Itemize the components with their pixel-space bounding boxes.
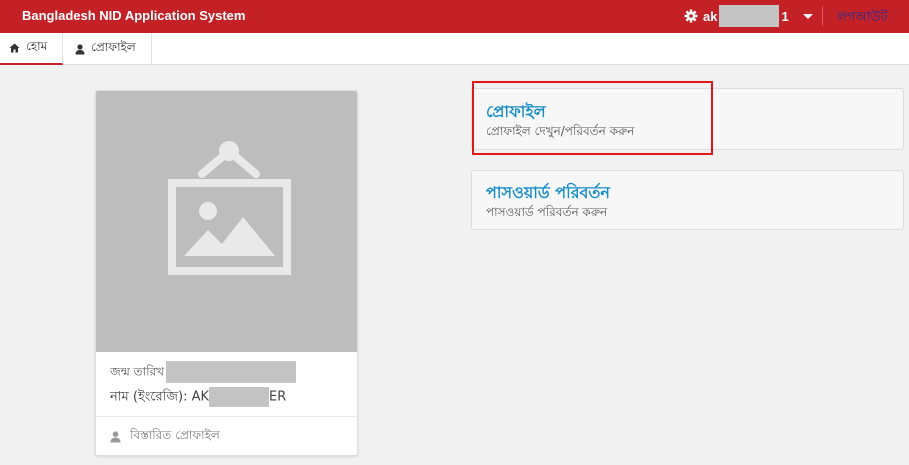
username-start: ak [703,8,718,24]
card-divider [96,416,357,417]
user-menu[interactable]: ak 1 [684,5,813,27]
highlight-box [472,81,713,155]
password-panel[interactable]: পাসওয়ার্ড পরিবর্তন পাসওয়ার্ড পরিবর্তন … [471,170,904,230]
detail-profile-label: বিস্তারিত প্রোফাইল [130,428,220,442]
dob-row: জন্ম তারিখ [110,361,297,384]
tab-bar: হোম প্রোফাইল [0,33,909,65]
name-end: ER [269,389,287,405]
user-icon [110,431,121,443]
user-icon [75,43,85,54]
username-end: 1 [781,8,789,24]
tab-profile[interactable]: প্রোফাইল [64,33,152,65]
tab-home-label: হোম [26,39,48,53]
logout-link[interactable]: লগআউট [837,8,888,29]
app-title[interactable]: Bangladesh NID Application System [22,8,245,23]
redacted-dob [166,361,297,383]
redacted-name [209,387,270,407]
home-icon [9,43,20,53]
tab-home[interactable]: হোম [0,33,63,65]
gear-icon [684,9,698,23]
redacted-username [719,5,780,27]
profile-card: জন্ম তারিখ নাম (ইংরেজি): AK ER বিস্তারিত … [95,90,358,456]
chevron-down-icon[interactable] [802,13,813,19]
tab-profile-label: প্রোফাইল [91,40,136,54]
top-navbar: Bangladesh NID Application System ak 1 ল… [0,0,909,33]
password-panel-subtitle: পাসওয়ার্ড পরিবর্তন করুন [486,205,608,219]
name-label: নাম (ইংরেজি): AK [110,389,210,405]
dob-label: জন্ম তারিখ [110,364,165,379]
profile-photo [96,91,357,352]
navbar-divider [822,6,823,26]
password-panel-title[interactable]: পাসওয়ার্ড পরিবর্তন [486,180,610,207]
image-placeholder-icon [168,141,291,275]
name-row: নাম (ইংরেজি): AK ER [110,387,286,409]
detail-profile-link[interactable]: বিস্তারিত প্রোফাইল [110,427,220,447]
